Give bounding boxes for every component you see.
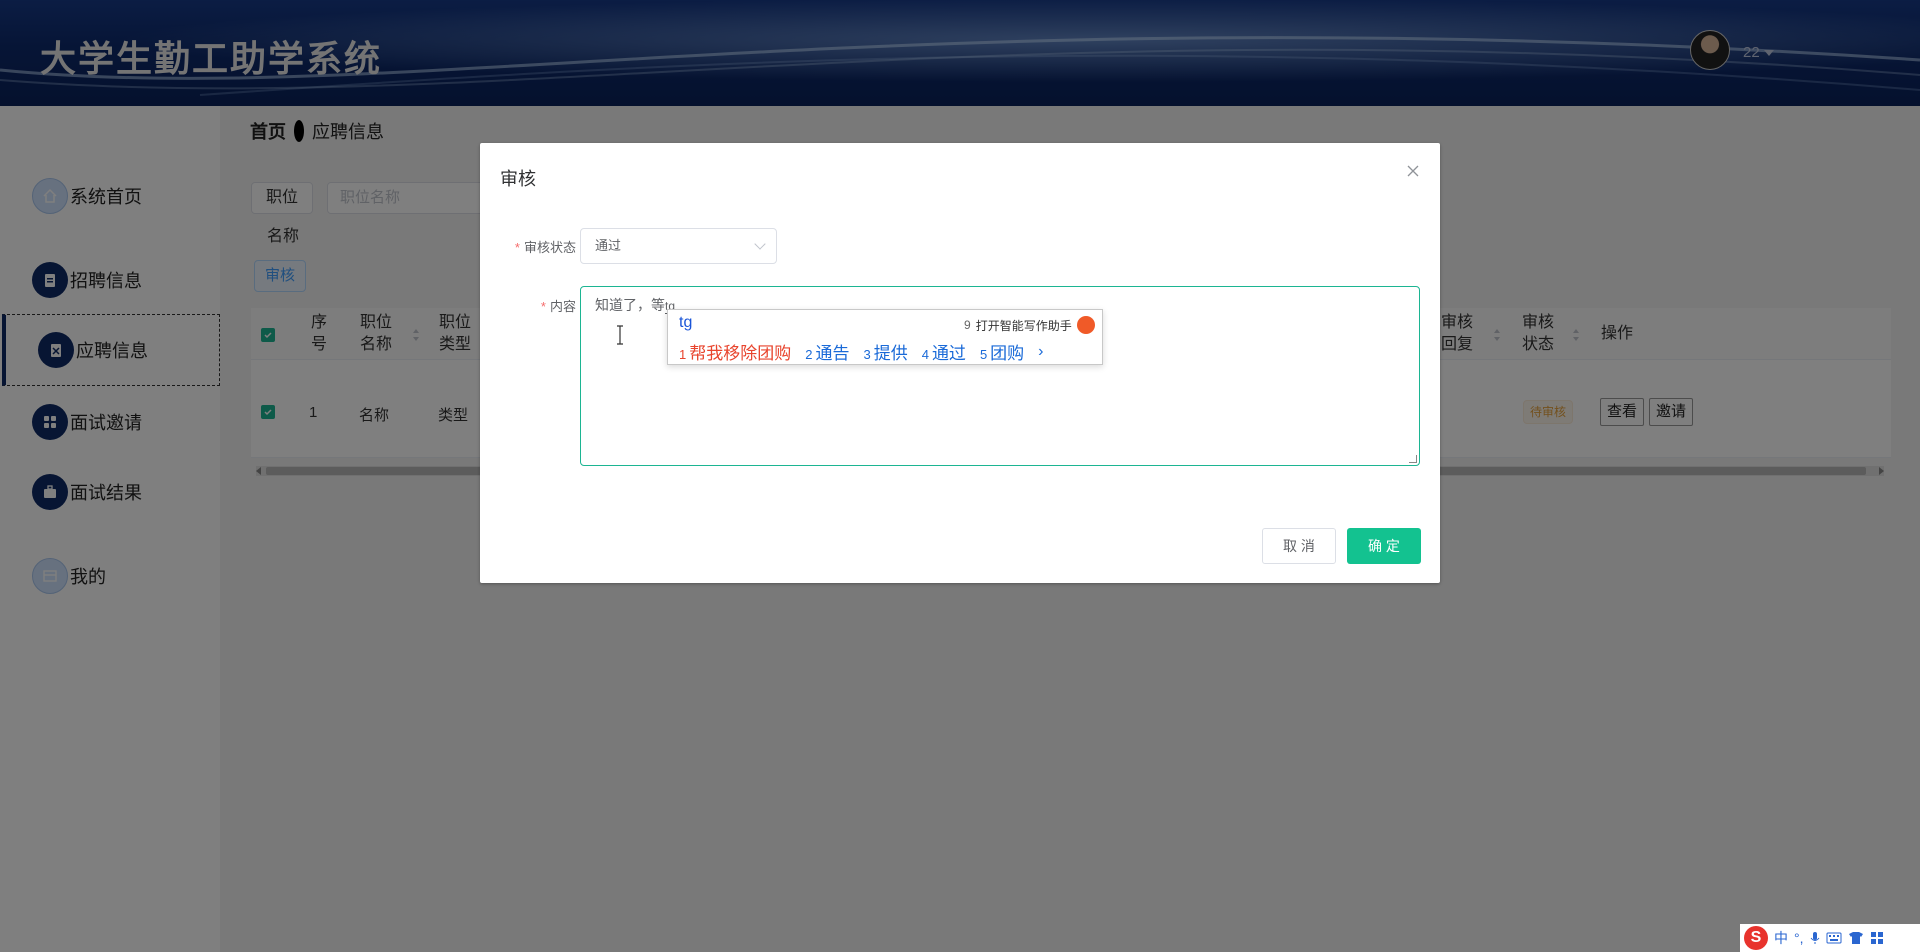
- content-label-text: 内容: [549, 299, 576, 314]
- chevron-down-icon: [754, 238, 766, 250]
- ime-candidate[interactable]: 5 团购: [980, 339, 1024, 364]
- ime-mode[interactable]: 中: [1774, 928, 1788, 948]
- candidate-text: 帮我移除团购: [689, 344, 792, 363]
- cancel-button[interactable]: 取 消: [1262, 528, 1336, 564]
- toolbox-icon[interactable]: [1870, 931, 1884, 945]
- punct-mode[interactable]: °,: [1794, 930, 1804, 946]
- candidate-text: 提供: [873, 344, 908, 363]
- audit-status-select[interactable]: 通过: [580, 228, 777, 264]
- skin-icon[interactable]: [1848, 931, 1864, 945]
- status-label-text: 审核状态: [523, 240, 576, 255]
- dialog-title: 审核: [500, 169, 536, 189]
- resize-handle-icon[interactable]: [1409, 455, 1417, 463]
- ime-ai-assistant[interactable]: 9 打开智能写作助手: [964, 316, 1095, 334]
- candidate-num: 5: [979, 347, 988, 362]
- candidate-num: 3: [863, 347, 871, 362]
- candidate-num: 2: [805, 347, 813, 362]
- close-icon[interactable]: [1405, 163, 1421, 179]
- ime-next-page-icon[interactable]: ›: [1038, 343, 1043, 361]
- textarea-value: 知道了，等tg: [595, 295, 676, 315]
- candidate-num: 4: [921, 347, 929, 362]
- ime-ai-hint: 打开智能写作助手: [975, 318, 1072, 333]
- ime-candidate-list: 1 帮我移除团购 2 通告 3 提供 4 通过 5 团购 ›: [679, 339, 1044, 364]
- sogou-logo-icon[interactable]: S: [1744, 926, 1768, 950]
- microphone-icon[interactable]: [1810, 931, 1820, 945]
- status-field-label: * 审核状态: [514, 240, 576, 255]
- candidate-text: 团购: [990, 344, 1025, 363]
- ime-candidate[interactable]: 2 通告: [805, 339, 849, 364]
- ime-candidate[interactable]: 3 提供: [863, 339, 907, 364]
- ime-candidate-popup: tg 9 打开智能写作助手 1 帮我移除团购 2 通告 3 提供 4 通过 5 团购 ›: [667, 309, 1103, 365]
- ime-candidate[interactable]: 4 通过: [922, 339, 966, 364]
- candidate-text: 通告: [815, 344, 850, 363]
- ime-composition: tg: [679, 314, 693, 331]
- ime-candidate[interactable]: 1 帮我移除团购: [679, 339, 791, 364]
- typed-text: 知道了，等: [595, 297, 665, 313]
- app-page: 大学生勤工助学系统 22 系统首页 招聘信息 应聘信息 面试邀请 面试结果 我的: [0, 0, 1920, 952]
- candidate-text: 通过: [931, 344, 966, 363]
- ime-ai-num: 9: [964, 318, 971, 332]
- content-field-label: * 内容: [540, 299, 576, 314]
- select-value: 通过: [595, 238, 622, 253]
- ime-logo-icon: [1076, 316, 1095, 334]
- ime-toolbar: S 中 °,: [1740, 924, 1920, 952]
- keyboard-icon[interactable]: [1826, 932, 1842, 944]
- confirm-button[interactable]: 确 定: [1347, 528, 1421, 564]
- text-cursor-icon: [617, 325, 623, 345]
- candidate-num: 1: [679, 347, 687, 362]
